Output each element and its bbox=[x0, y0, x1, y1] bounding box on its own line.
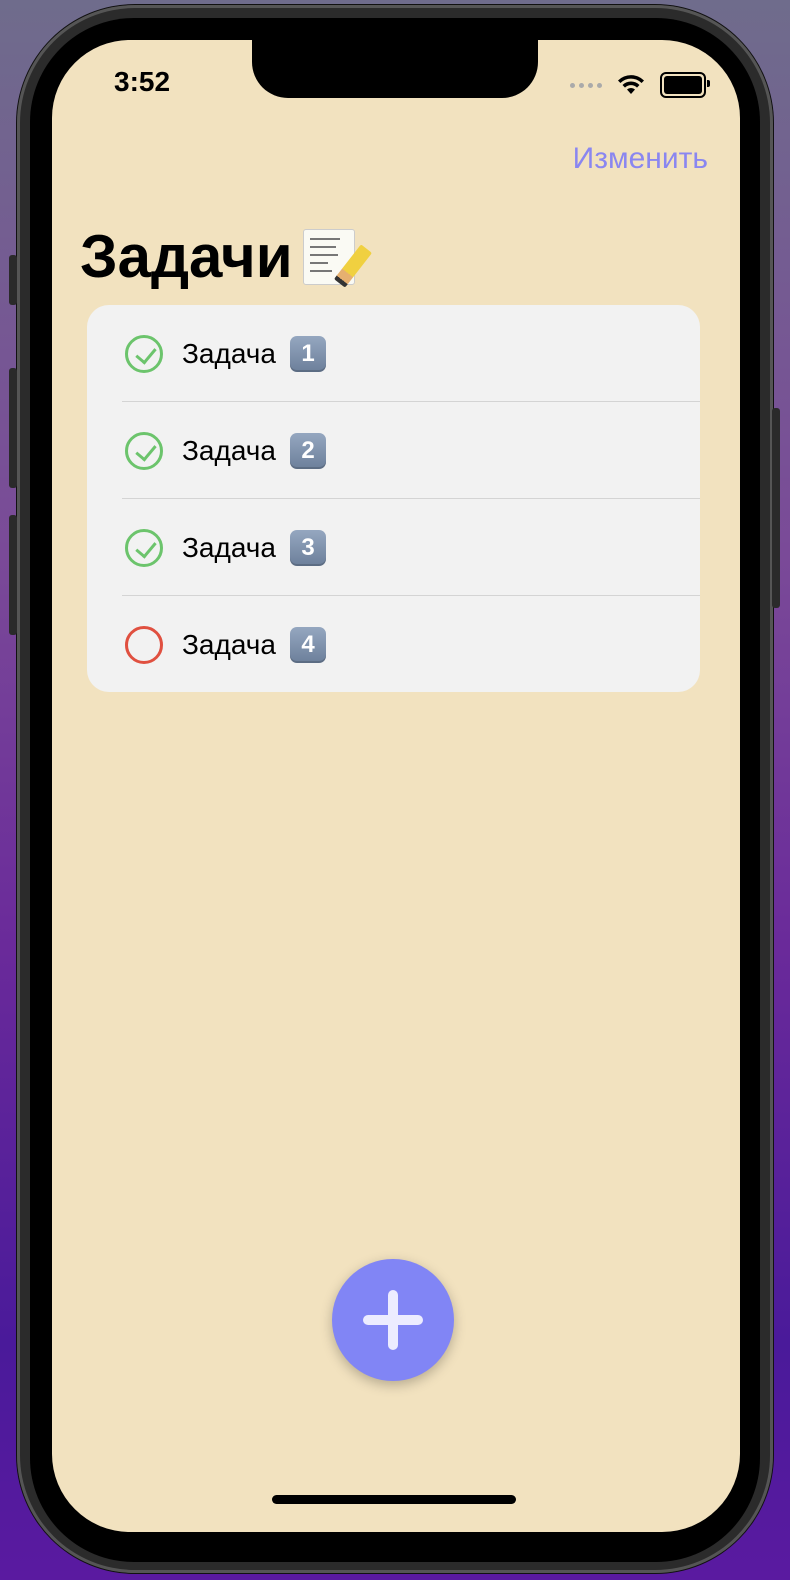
incomplete-circle-icon[interactable] bbox=[125, 625, 163, 664]
task-list: Задача 1 Задача 2 Задача 3 Задача 4 bbox=[87, 305, 700, 692]
page-title-text: Задачи bbox=[80, 223, 293, 290]
volume-down-button bbox=[9, 515, 17, 635]
volume-up-button bbox=[9, 368, 17, 488]
mute-switch bbox=[9, 255, 17, 305]
completed-check-icon[interactable] bbox=[125, 528, 163, 567]
wifi-icon bbox=[618, 75, 644, 94]
number-badge: 2 bbox=[290, 432, 326, 469]
notch bbox=[252, 40, 538, 98]
task-label: Задача bbox=[182, 531, 276, 563]
number-badge: 4 bbox=[290, 626, 326, 663]
number-badge: 3 bbox=[290, 529, 326, 566]
power-button bbox=[772, 408, 780, 608]
number-badge: 1 bbox=[290, 335, 326, 372]
task-row[interactable]: Задача 1 bbox=[87, 305, 700, 402]
add-task-button[interactable] bbox=[332, 1259, 454, 1381]
completed-check-icon[interactable] bbox=[125, 431, 163, 470]
task-row[interactable]: Задача 2 bbox=[87, 402, 700, 499]
task-label: Задача bbox=[182, 337, 276, 369]
task-row[interactable]: Задача 4 bbox=[87, 596, 700, 692]
page-title: Задачи bbox=[80, 222, 372, 291]
task-label: Задача bbox=[182, 434, 276, 466]
cellular-signal-icon bbox=[570, 82, 602, 88]
home-indicator[interactable] bbox=[272, 1495, 516, 1504]
status-time: 3:52 bbox=[114, 66, 171, 97]
battery-icon bbox=[660, 72, 710, 98]
screen: 3:52 Изменить Задачи Задача 1 Задача 2 З… bbox=[52, 40, 740, 1532]
task-row[interactable]: Задача 3 bbox=[87, 499, 700, 596]
status-icons bbox=[570, 72, 710, 98]
task-label: Задача bbox=[182, 628, 276, 660]
memo-icon bbox=[302, 228, 372, 288]
completed-check-icon[interactable] bbox=[125, 334, 163, 373]
edit-button[interactable]: Изменить bbox=[573, 142, 708, 176]
